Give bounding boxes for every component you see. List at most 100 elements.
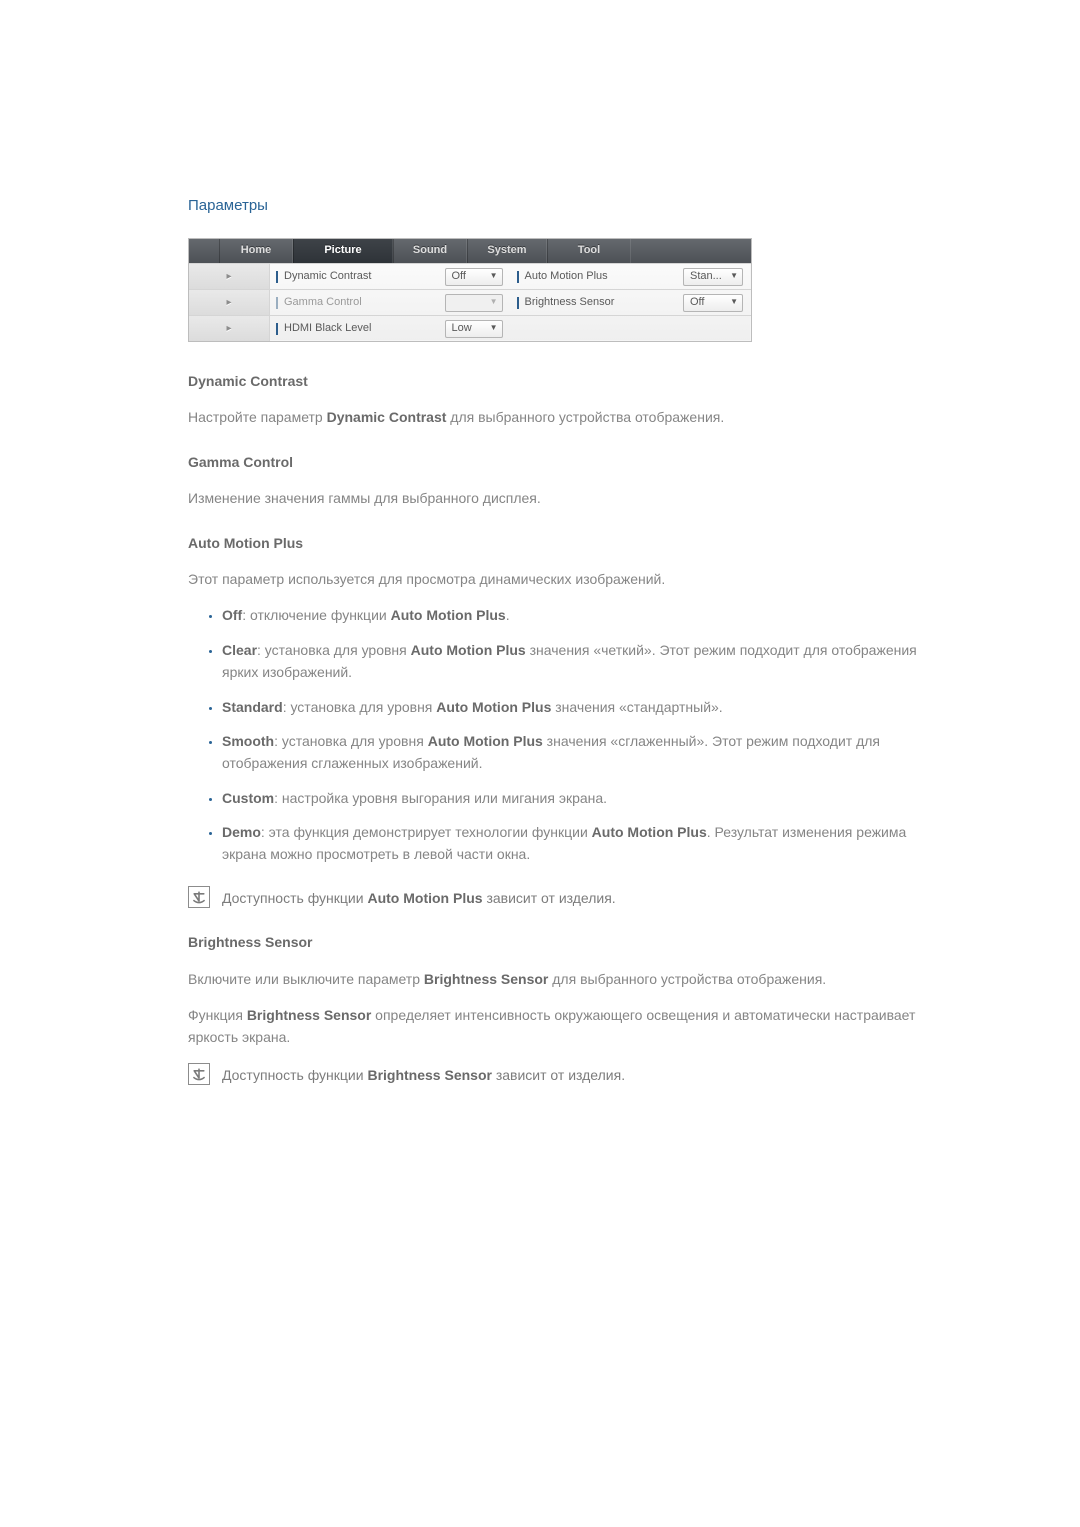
note: Доступность функции Brightness Sensor за… bbox=[188, 1063, 936, 1086]
chevron-down-icon: ▼ bbox=[490, 322, 498, 335]
note-icon bbox=[188, 886, 210, 908]
note-icon bbox=[188, 1063, 210, 1085]
tab-sound[interactable]: Sound bbox=[393, 239, 467, 263]
dropdown-value: Off bbox=[690, 294, 704, 312]
setting-label: Auto Motion Plus bbox=[525, 268, 684, 286]
list-item: Standard: установка для уровня Auto Moti… bbox=[222, 690, 936, 724]
text-bold: Auto Motion Plus bbox=[367, 890, 482, 906]
dropdown-value: Stan... bbox=[690, 268, 722, 286]
text: Доступность функции bbox=[222, 890, 367, 906]
dropdown-value: Low bbox=[452, 320, 472, 338]
text-bold: Auto Motion Plus bbox=[391, 607, 506, 623]
setting-auto-motion-plus: Auto Motion Plus Stan... ▼ bbox=[511, 263, 752, 289]
setting-label: Dynamic Contrast bbox=[284, 268, 445, 286]
heading-brightness-sensor: Brightness Sensor bbox=[188, 931, 936, 953]
list-item: Smooth: установка для уровня Auto Motion… bbox=[222, 724, 936, 781]
marker-icon bbox=[517, 271, 519, 283]
expand-cell[interactable]: ▸ bbox=[189, 263, 270, 289]
text: значения «стандартный». bbox=[551, 699, 722, 715]
text: для выбранного устройства отображения. bbox=[446, 409, 724, 425]
text-bold: Auto Motion Plus bbox=[436, 699, 551, 715]
dropdown-auto-motion-plus[interactable]: Stan... ▼ bbox=[683, 268, 743, 286]
text-bold: Dynamic Contrast bbox=[327, 409, 447, 425]
text: зависит от изделия. bbox=[483, 890, 616, 906]
text-bold: Smooth bbox=[222, 733, 274, 749]
heading-gamma-control: Gamma Control bbox=[188, 451, 936, 473]
text: : установка для уровня bbox=[283, 699, 437, 715]
heading-dynamic-contrast: Dynamic Contrast bbox=[188, 370, 936, 392]
setting-gamma-control: Gamma Control ▼ bbox=[270, 289, 511, 315]
panel-body: ▸ Dynamic Contrast Off ▼ Auto Motion Plu… bbox=[189, 263, 751, 341]
dropdown-brightness-sensor[interactable]: Off ▼ bbox=[683, 294, 743, 312]
setting-label: Brightness Sensor bbox=[525, 294, 684, 312]
chevron-down-icon: ▼ bbox=[730, 270, 738, 283]
text: зависит от изделия. bbox=[492, 1067, 625, 1083]
dropdown-gamma-control: ▼ bbox=[445, 294, 503, 312]
text-bold: Auto Motion Plus bbox=[428, 733, 543, 749]
list-item: Clear: установка для уровня Auto Motion … bbox=[222, 633, 936, 690]
setting-brightness-sensor: Brightness Sensor Off ▼ bbox=[511, 289, 752, 315]
text-bold: Brightness Sensor bbox=[367, 1067, 491, 1083]
marker-icon bbox=[276, 297, 278, 309]
paragraph: Функция Brightness Sensor определяет инт… bbox=[188, 1004, 936, 1049]
list-item: Off: отключение функции Auto Motion Plus… bbox=[222, 598, 936, 632]
marker-icon bbox=[517, 297, 519, 309]
setting-empty bbox=[511, 315, 752, 341]
text: : эта функция демонстрирует технологии ф… bbox=[261, 824, 592, 840]
heading-auto-motion-plus: Auto Motion Plus bbox=[188, 532, 936, 554]
text: : установка для уровня bbox=[274, 733, 428, 749]
paragraph: Изменение значения гаммы для выбранного … bbox=[188, 487, 936, 509]
text: Включите или выключите параметр bbox=[188, 971, 424, 987]
tab-system[interactable]: System bbox=[467, 239, 547, 263]
text-bold: Custom bbox=[222, 790, 274, 806]
chevron-right-icon: ▸ bbox=[226, 321, 231, 337]
note-text: Доступность функции Auto Motion Plus зав… bbox=[222, 886, 616, 909]
settings-panel: Home Picture Sound System Tool ▸ Dynamic… bbox=[188, 238, 752, 342]
text: Функция bbox=[188, 1007, 247, 1023]
text-bold: Auto Motion Plus bbox=[411, 642, 526, 658]
chevron-right-icon: ▸ bbox=[226, 269, 231, 285]
paragraph: Включите или выключите параметр Brightne… bbox=[188, 968, 936, 990]
tab-picture[interactable]: Picture bbox=[293, 239, 393, 263]
text: Настройте параметр bbox=[188, 409, 327, 425]
page-title: Параметры bbox=[188, 194, 936, 218]
text: : настройка уровня выгорания или мигания… bbox=[274, 790, 607, 806]
chevron-down-icon: ▼ bbox=[490, 296, 498, 309]
list-item: Demo: эта функция демонстрирует технолог… bbox=[222, 815, 936, 872]
text-bold: Standard bbox=[222, 699, 283, 715]
marker-icon bbox=[276, 323, 278, 335]
text-bold: Demo bbox=[222, 824, 261, 840]
text-bold: Brightness Sensor bbox=[424, 971, 548, 987]
note-text: Доступность функции Brightness Sensor за… bbox=[222, 1063, 625, 1086]
text: Доступность функции bbox=[222, 1067, 367, 1083]
options-list: Off: отключение функции Auto Motion Plus… bbox=[188, 598, 936, 872]
dropdown-dynamic-contrast[interactable]: Off ▼ bbox=[445, 268, 503, 286]
dropdown-value: Off bbox=[452, 268, 466, 286]
chevron-down-icon: ▼ bbox=[730, 296, 738, 309]
note: Доступность функции Auto Motion Plus зав… bbox=[188, 886, 936, 909]
chevron-down-icon: ▼ bbox=[490, 270, 498, 283]
text: . bbox=[506, 607, 510, 623]
setting-hdmi-black-level: HDMI Black Level Low ▼ bbox=[270, 315, 511, 341]
text-bold: Off bbox=[222, 607, 242, 623]
expand-cell[interactable]: ▸ bbox=[189, 289, 270, 315]
tab-tool[interactable]: Tool bbox=[547, 239, 631, 263]
text-bold: Clear bbox=[222, 642, 257, 658]
paragraph: Этот параметр используется для просмотра… bbox=[188, 568, 936, 590]
text: : отключение функции bbox=[242, 607, 390, 623]
text-bold: Auto Motion Plus bbox=[592, 824, 707, 840]
list-item: Custom: настройка уровня выгорания или м… bbox=[222, 781, 936, 815]
tabs-row: Home Picture Sound System Tool bbox=[189, 239, 751, 263]
paragraph: Настройте параметр Dynamic Contrast для … bbox=[188, 406, 936, 428]
expand-cell[interactable]: ▸ bbox=[189, 315, 270, 341]
chevron-right-icon: ▸ bbox=[226, 295, 231, 311]
setting-label: Gamma Control bbox=[284, 294, 445, 312]
marker-icon bbox=[276, 271, 278, 283]
text-bold: Brightness Sensor bbox=[247, 1007, 371, 1023]
setting-dynamic-contrast: Dynamic Contrast Off ▼ bbox=[270, 263, 511, 289]
dropdown-hdmi-black-level[interactable]: Low ▼ bbox=[445, 320, 503, 338]
text: для выбранного устройства отображения. bbox=[548, 971, 826, 987]
tab-home[interactable]: Home bbox=[219, 239, 293, 263]
text: : установка для уровня bbox=[257, 642, 411, 658]
setting-label: HDMI Black Level bbox=[284, 320, 445, 338]
